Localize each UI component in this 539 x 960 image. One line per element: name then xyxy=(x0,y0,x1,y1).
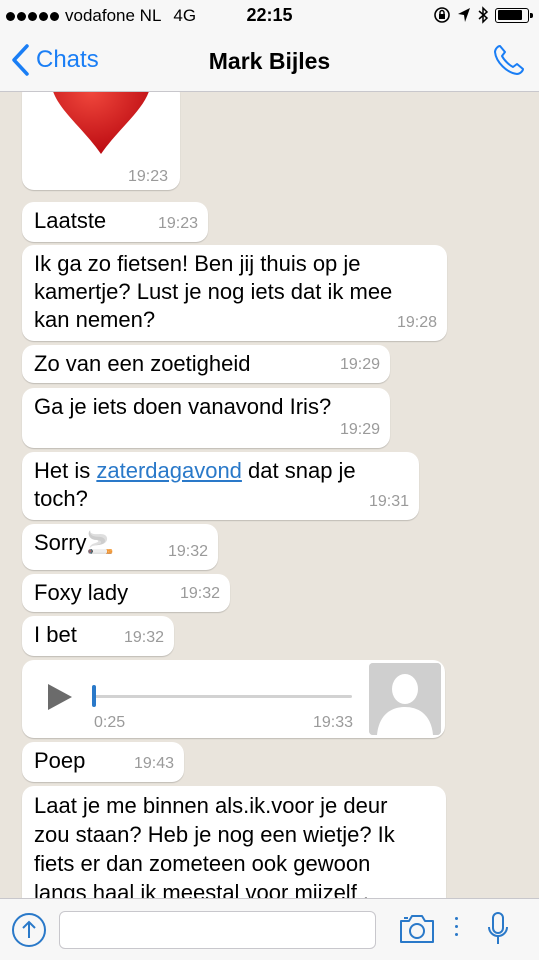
avatar[interactable] xyxy=(369,663,441,735)
message-line: fiets er dan zometeen ook gewoon xyxy=(34,851,371,876)
message-text: Zo van een zoetigheid xyxy=(34,351,251,376)
message-time: 19:29 xyxy=(339,421,380,438)
message-bubble[interactable]: Laat je me binnen als.ik.voor je deur zo… xyxy=(22,786,446,898)
message-time: 19:43 xyxy=(133,755,174,772)
message-bubble[interactable]: Het is zaterdagavond dat snap je toch? 1… xyxy=(22,452,419,520)
message-input[interactable] xyxy=(59,911,376,949)
battery-icon xyxy=(495,7,533,23)
upload-arrow-icon xyxy=(22,920,36,938)
message-time: 19:31 xyxy=(368,493,409,510)
message-text: dat snap je xyxy=(241,458,356,483)
message-text: Het is xyxy=(34,458,97,483)
message-time: 19:23 xyxy=(127,168,168,185)
message-line: langs haal ik meestal voor mijzelf . xyxy=(34,880,370,898)
message-time: 19:32 xyxy=(179,585,220,602)
camera-icon[interactable] xyxy=(398,913,436,945)
message-bubble[interactable]: Laatste 19:23 xyxy=(22,202,208,242)
message-link[interactable]: zaterdagavond xyxy=(96,458,242,483)
battery-level xyxy=(497,10,523,20)
message-bubble[interactable]: Poep 19:43 xyxy=(22,742,184,782)
heart-icon xyxy=(53,92,149,154)
message-line: toch? xyxy=(34,486,88,511)
message-bubble[interactable]: I bet 19:32 xyxy=(22,616,174,656)
status-bar: vodafone NL 4G 22:15 xyxy=(0,0,539,34)
contact-name[interactable]: Mark Bijles xyxy=(0,48,539,75)
status-right xyxy=(433,6,533,24)
message-text: Ga je iets doen vanavond Iris? xyxy=(34,394,332,419)
voice-duration: 0:25 xyxy=(94,714,126,731)
message-time: 19:28 xyxy=(396,314,437,331)
message-line: zou staan? Heb je nog een wietje? Ik xyxy=(34,822,395,847)
separator-dots xyxy=(455,917,458,936)
input-bar xyxy=(0,898,539,960)
message-time: 19:23 xyxy=(157,215,198,232)
share-button[interactable] xyxy=(12,913,46,947)
default-avatar-icon xyxy=(369,663,441,735)
voice-record-icon[interactable] xyxy=(487,911,509,947)
message-bubble[interactable]: Foxy lady 19:32 xyxy=(22,574,230,612)
location-icon xyxy=(458,8,470,22)
message-time: 19:32 xyxy=(123,629,164,646)
rotation-lock-icon xyxy=(434,7,450,23)
message-line: kamertje? Lust je nog iets dat ik mee xyxy=(34,279,393,304)
voice-message[interactable]: 0:25 19:33 xyxy=(22,660,445,738)
message-bubble[interactable]: Ga je iets doen vanavond Iris? 19:29 xyxy=(22,388,390,448)
voice-progress-track[interactable] xyxy=(92,695,352,698)
message-bubble[interactable]: Ik ga zo fietsen! Ben jij thuis op je ka… xyxy=(22,245,447,341)
nav-bar: Chats Mark Bijles xyxy=(0,34,539,92)
message-line: Het is zaterdagavond dat snap je xyxy=(34,457,407,485)
message-time: 19:32 xyxy=(167,543,208,560)
message-line: kan nemen? xyxy=(34,307,156,332)
message-bubble[interactable]: Sorry🚬 19:32 xyxy=(22,524,218,570)
sticker-message[interactable]: 19:23 xyxy=(22,92,180,190)
message-line: Ik ga zo fietsen! Ben jij thuis op je xyxy=(34,251,361,276)
voice-progress-handle[interactable] xyxy=(92,685,96,707)
message-line: Laat je me binnen als.ik.voor je deur xyxy=(34,793,388,818)
bluetooth-icon xyxy=(478,6,489,24)
message-time: 19:33 xyxy=(312,714,353,731)
call-button-icon[interactable] xyxy=(491,42,527,78)
message-time: 19:29 xyxy=(339,356,380,373)
message-bubble[interactable]: Zo van een zoetigheid 19:29 xyxy=(22,345,390,383)
chat-area[interactable]: 19:23 Laatste 19:23 Ik ga zo fietsen! Be… xyxy=(0,92,539,898)
play-icon[interactable] xyxy=(48,684,72,710)
